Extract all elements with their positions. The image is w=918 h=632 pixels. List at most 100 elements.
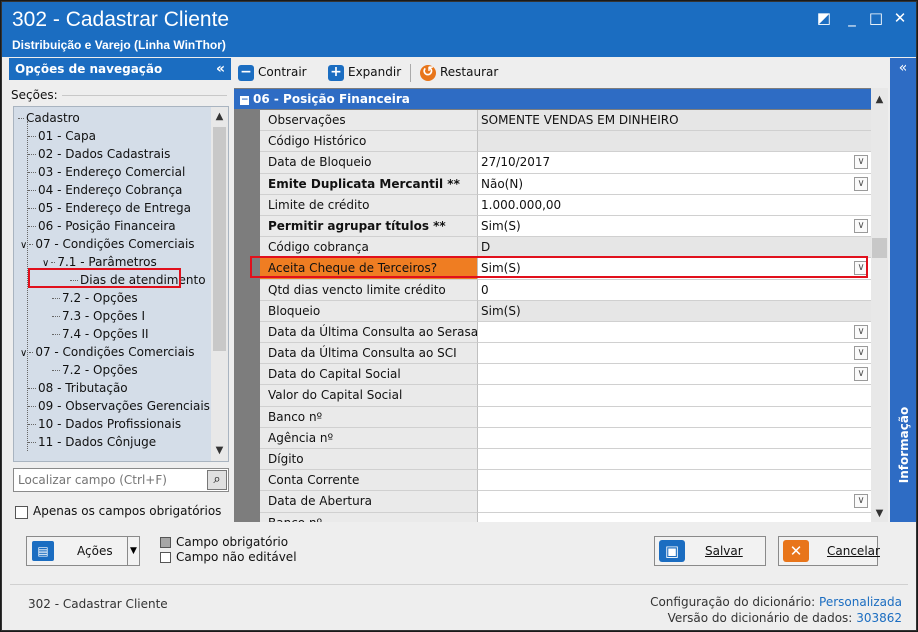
tree-item-opcoes-i[interactable]: 7.3 - Opções I xyxy=(52,307,145,325)
tree-item-endereco-cobranca[interactable]: 04 - Endereço Cobrança xyxy=(28,181,182,199)
chevron-down-icon[interactable]: ∨ xyxy=(854,218,868,233)
minimize-button[interactable]: _ xyxy=(842,8,862,28)
cancel-label: Cancelar xyxy=(827,544,880,558)
tree-item-condicoes-comerciais[interactable]: ∨ 07 - Condições Comerciais xyxy=(20,235,195,253)
chevron-down-icon[interactable]: ∨ xyxy=(854,261,868,276)
sections-label: Seções: xyxy=(11,88,62,102)
field-value: SOMENTE VENDAS EM DINHEIRO xyxy=(478,110,871,132)
tree-connector xyxy=(28,442,36,443)
tree-connector xyxy=(28,190,36,191)
field-value: Sim(S) xyxy=(478,300,871,322)
field-value[interactable]: 1.000.000,00 xyxy=(478,194,871,216)
field-value[interactable]: Sim(S) ∨ xyxy=(478,258,871,280)
restore-window-icon[interactable]: ◩ xyxy=(814,8,834,28)
tree-item-opcoes-2[interactable]: 7.2 - Opções xyxy=(52,361,138,379)
required-legend-label: Campo obrigatório xyxy=(176,535,289,549)
chevron-down-icon[interactable]: ∨ xyxy=(854,494,868,509)
tree-item-cadastro[interactable]: Cadastro xyxy=(18,109,80,127)
tree-item-posicao-financeira[interactable]: 06 - Posição Financeira xyxy=(28,217,176,235)
field-value[interactable]: Sim(S) ∨ xyxy=(478,215,871,238)
tree-item-condicoes-comerciais-2[interactable]: ∨ 07 - Condições Comerciais xyxy=(20,343,195,361)
chevron-down-icon[interactable]: ∨ xyxy=(854,176,868,191)
tree-item-dados-profissionais[interactable]: 10 - Dados Profissionais xyxy=(28,415,181,433)
chevron-down-icon[interactable]: ∨ xyxy=(854,367,868,382)
field-value[interactable] xyxy=(478,385,871,407)
field-label: Agência nº xyxy=(260,427,478,449)
field-label: Data de Bloqueio xyxy=(260,152,478,174)
field-value[interactable]: ∨ xyxy=(478,364,871,386)
tree-item-endereco-comercial[interactable]: 03 - Endereço Comercial xyxy=(28,163,185,181)
chevron-down-icon[interactable]: ∨ xyxy=(854,346,868,361)
scroll-up-icon[interactable]: ▲ xyxy=(871,94,888,105)
field-label: Aceita Cheque de Terceiros? xyxy=(260,258,478,280)
field-value[interactable]: 0 xyxy=(478,279,871,301)
field-value[interactable]: 27/10/2017 ∨ xyxy=(478,152,871,174)
tree-item-tributacao[interactable]: 08 - Tributação xyxy=(28,379,128,397)
search-icon[interactable]: ⌕ xyxy=(207,470,227,490)
toolbar: − Contrair + Expandir ↺ Restaurar xyxy=(234,58,888,86)
tree-scrollbar[interactable]: ▲ ▼ xyxy=(211,107,228,461)
field-label: Permitir agrupar títulos ** xyxy=(260,215,478,238)
nav-collapse-icon[interactable]: « xyxy=(216,58,225,80)
field-value[interactable]: ∨ xyxy=(478,491,871,513)
required-legend-swatch xyxy=(160,537,171,548)
actions-button[interactable]: ▤ Ações ▼ xyxy=(26,536,140,566)
tree-item-observacoes-gerenciais[interactable]: 09 - Observações Gerenciais xyxy=(28,397,210,415)
scroll-down-icon[interactable]: ▼ xyxy=(871,508,888,519)
tree-item-dados-cadastrais[interactable]: 02 - Dados Cadastrais xyxy=(28,145,170,163)
only-required-checkbox[interactable] xyxy=(15,506,28,519)
chevron-down-icon[interactable]: ∨ xyxy=(854,155,868,170)
collapse-group-icon[interactable]: − xyxy=(240,96,249,105)
group-header[interactable]: −06 - Posição Financeira xyxy=(234,89,871,109)
minus-icon: − xyxy=(238,64,254,81)
info-collapse-icon[interactable]: « xyxy=(890,60,916,76)
grid-scrollbar[interactable]: ▲ ▼ xyxy=(871,88,888,522)
info-side-tab[interactable]: « Informação xyxy=(890,58,916,522)
cancel-button[interactable]: ✕ Cancelar xyxy=(778,536,880,566)
restore-button[interactable]: ↺ Restaurar xyxy=(420,63,498,81)
scrollbar-thumb[interactable] xyxy=(213,127,226,351)
grid-row-data-capital: Data do Capital Social ∨ xyxy=(234,364,871,386)
chevron-down-icon[interactable]: ∨ xyxy=(20,345,27,363)
scroll-up-icon[interactable]: ▲ xyxy=(211,111,228,122)
toolbar-separator xyxy=(410,64,411,82)
field-value[interactable] xyxy=(478,512,871,522)
chevron-down-icon[interactable]: ▼ xyxy=(127,537,139,565)
dict-config: Configuração do dicionário: Personalizad… xyxy=(650,595,902,609)
field-value[interactable] xyxy=(478,427,871,449)
tree-item-endereco-entrega[interactable]: 05 - Endereço de Entrega xyxy=(28,199,191,217)
tree-item-capa[interactable]: 01 - Capa xyxy=(28,127,96,145)
tree-item-dados-conjuge[interactable]: 11 - Dados Cônjuge xyxy=(28,433,156,451)
grid-row-emite-duplicata: Emite Duplicata Mercantil ** Não(N) ∨ xyxy=(234,173,871,195)
field-value[interactable]: ∨ xyxy=(478,343,871,365)
tree-item-opcoes[interactable]: 7.2 - Opções xyxy=(52,289,138,307)
field-value[interactable] xyxy=(478,406,871,428)
field-value[interactable]: ∨ xyxy=(478,321,871,344)
tree-connector xyxy=(29,244,34,245)
tree-item-opcoes-ii[interactable]: 7.4 - Opções II xyxy=(52,325,149,343)
field-value[interactable] xyxy=(478,470,871,492)
grid-row-codigo-cobranca: Código cobrança D xyxy=(234,237,871,259)
field-value[interactable]: Não(N) ∨ xyxy=(478,173,871,195)
close-button[interactable]: ✕ xyxy=(890,8,910,28)
grid-row-digito: Dígito xyxy=(234,449,871,471)
save-button[interactable]: ▣ Salvar xyxy=(654,536,766,566)
maximize-button[interactable]: □ xyxy=(866,8,886,28)
expand-button[interactable]: + Expandir xyxy=(328,63,401,81)
tree-connector xyxy=(28,406,36,407)
field-label: Banco nº xyxy=(260,406,478,428)
collapse-button[interactable]: − Contrair xyxy=(238,63,307,81)
scrollbar-thumb[interactable] xyxy=(872,238,887,258)
sections-divider xyxy=(59,95,227,96)
search-input[interactable] xyxy=(18,473,198,487)
status-window-name: 302 - Cadastrar Cliente xyxy=(28,597,168,611)
grid-row-conta-corrente: Conta Corrente xyxy=(234,470,871,492)
field-label: Conta Corrente xyxy=(260,470,478,492)
field-value[interactable] xyxy=(478,449,871,471)
chevron-down-icon[interactable]: ∨ xyxy=(20,237,27,255)
chevron-down-icon[interactable]: ∨ xyxy=(854,324,868,339)
grid-row-consulta-sci: Data da Última Consulta ao SCI ∨ xyxy=(234,343,871,365)
dict-version-value: 303862 xyxy=(856,611,902,625)
search-field[interactable]: ⌕ xyxy=(13,468,229,492)
scroll-down-icon[interactable]: ▼ xyxy=(211,445,228,456)
